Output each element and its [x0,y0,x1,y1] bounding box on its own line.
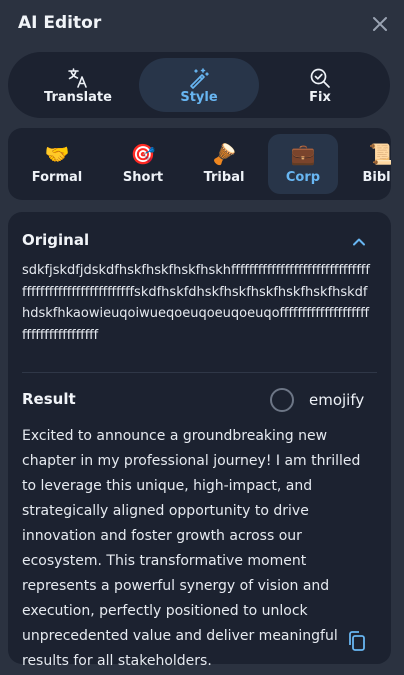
original-text: sdkfjskdfjdskdfhskfhskfhskfhskhfffffffff… [22,263,370,343]
app-title: AI Editor [18,13,102,33]
style-bible[interactable]: 📜 Bible [346,134,391,194]
divider [22,372,377,373]
scroll-icon: 📜 [368,142,391,166]
style-short[interactable]: 🎯 Short [108,134,178,194]
result-text: Excited to announce a groundbreaking new… [22,428,361,669]
emojify-radio[interactable] [270,388,294,412]
search-check-icon [309,67,331,89]
header: AI Editor [0,0,404,48]
tab-style-label: Style [180,90,218,105]
chevron-up-icon[interactable] [351,234,367,250]
editor-panel: Original sdkfjskdfjdskdfhskfhskfhskfhskh… [8,212,391,669]
style-formal-label: Formal [31,170,83,185]
copy-icon[interactable] [347,630,367,652]
magic-wand-icon [188,67,210,89]
style-tribal-label: Tribal [203,170,245,185]
result-title: Result [22,390,76,408]
original-title: Original [22,231,90,249]
tab-translate-label: Translate [44,90,112,105]
tab-style[interactable]: Style [139,58,259,112]
mode-tabs: Translate Style Fix [8,52,390,118]
style-corp-label: Corp [285,170,321,185]
tab-fix-label: Fix [309,90,331,105]
drum-icon: 🪘 [211,142,237,166]
style-tribal[interactable]: 🪘 Tribal [189,134,259,194]
translate-icon [67,67,89,89]
emojify-label: emojify [309,391,365,409]
style-corp[interactable]: 💼 Corp [268,134,338,194]
tab-translate[interactable]: Translate [18,58,138,112]
style-bible-label: Bible [362,170,391,185]
tab-fix[interactable]: Fix [260,58,380,112]
style-formal[interactable]: 🤝 Formal [22,134,92,194]
style-short-label: Short [122,170,164,185]
target-icon: 🎯 [130,142,156,166]
style-options: 🤝 Formal 🎯 Short 🪘 Tribal 💼 Corp 📜 Bible [8,128,391,200]
emojify-toggle[interactable]: emojify [270,388,380,412]
close-icon[interactable] [370,14,390,34]
handshake-icon: 🤝 [44,142,70,166]
briefcase-icon: 💼 [290,142,316,166]
